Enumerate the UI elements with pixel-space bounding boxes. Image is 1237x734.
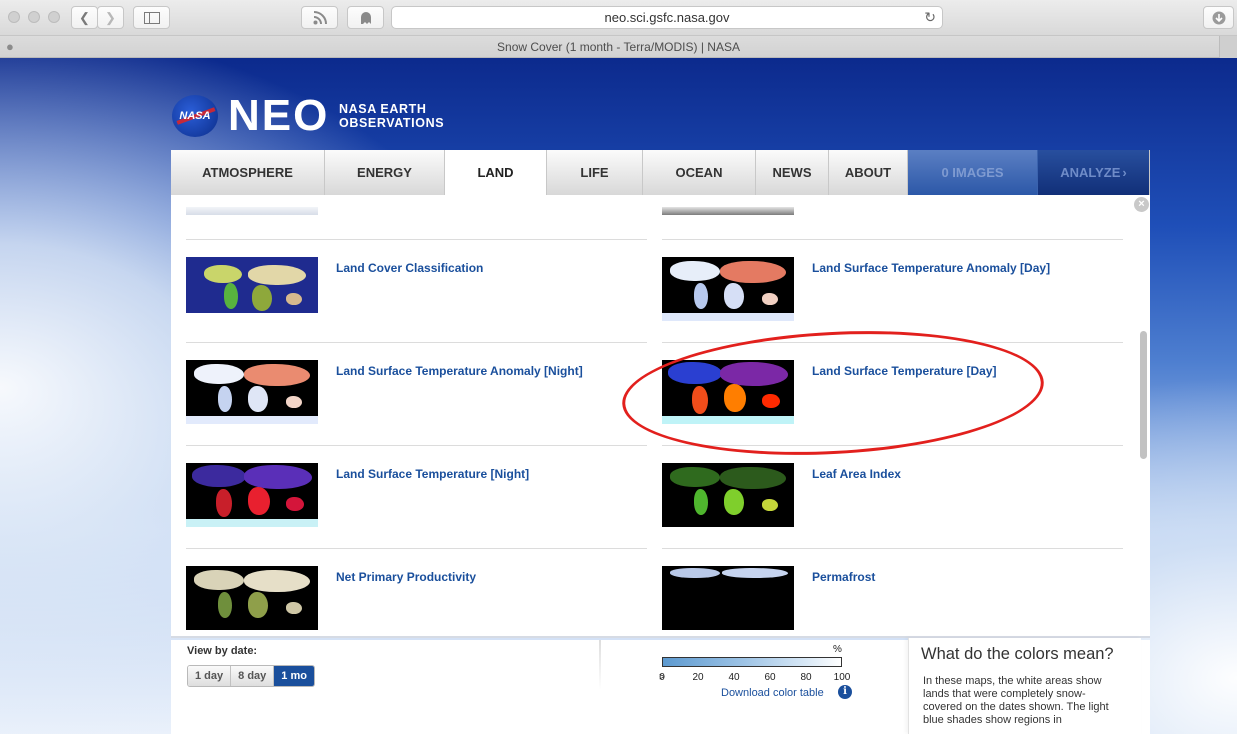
color-scale-bar <box>662 657 842 667</box>
tab-ocean[interactable]: OCEAN <box>643 150 756 195</box>
divider <box>186 239 647 240</box>
colors-description: In these maps, the white areas show land… <box>923 675 1109 726</box>
tab-atmosphere[interactable]: ATMOSPHERE <box>171 150 325 195</box>
colors-title: What do the colors mean? <box>921 645 1114 663</box>
tab-bar: ● Snow Cover (1 month - Terra/MODIS) | N… <box>0 36 1237 58</box>
url-text: neo.sci.gsfc.nasa.gov <box>604 10 730 25</box>
nasa-logo[interactable]: NASA <box>172 95 218 137</box>
tab-energy[interactable]: ENERGY <box>325 150 445 195</box>
list-item: Land Surface Temperature Anomaly [Night] <box>186 360 646 430</box>
dataset-thumbnail[interactable] <box>186 463 318 527</box>
forward-button[interactable]: ❯ <box>97 6 124 29</box>
tab-land[interactable]: LAND <box>445 150 547 195</box>
download-color-table-link[interactable]: Download color table <box>721 687 824 699</box>
tab-analyze[interactable]: ANALYZE › <box>1038 150 1150 195</box>
scrollbar[interactable] <box>1139 217 1148 632</box>
browser-toolbar: ❮ ❯ neo.sci.gsfc.nasa.gov ↻ <box>0 0 1237 36</box>
list-item: Land Cover Classification <box>186 257 646 327</box>
dataset-thumbnail[interactable] <box>662 207 794 215</box>
dataset-thumbnail[interactable] <box>662 566 794 630</box>
scrollbar-thumb[interactable] <box>1140 331 1147 459</box>
chevron-right-icon: ❯ <box>105 9 116 25</box>
chevron-left-icon: ❮ <box>79 9 90 25</box>
minimize-window-button[interactable] <box>28 11 40 23</box>
site-title[interactable]: NEO <box>228 93 329 139</box>
zoom-window-button[interactable] <box>48 11 60 23</box>
dataset-link[interactable]: Land Surface Temperature [Night] <box>336 467 529 481</box>
dataset-thumbnail[interactable] <box>186 360 318 424</box>
divider <box>662 548 1123 549</box>
color-table-unit: % <box>833 644 842 655</box>
list-item: Net Primary Productivity <box>186 566 646 636</box>
info-icon[interactable]: i <box>838 685 852 699</box>
dataset-thumbnail[interactable] <box>662 463 794 527</box>
dataset-link[interactable]: Land Surface Temperature Anomaly [Day] <box>812 261 1050 275</box>
dataset-link[interactable]: Land Cover Classification <box>336 261 483 275</box>
tab-about[interactable]: ABOUT <box>829 150 908 195</box>
apple-icon: ● <box>6 39 14 54</box>
date-range-selector: 1 day 8 day 1 mo <box>187 665 315 687</box>
dataset-link[interactable]: Land Surface Temperature Anomaly [Night] <box>336 364 583 378</box>
ghost-icon <box>360 11 371 24</box>
bottom-panel: View by date: 1 day 8 day 1 mo % >0 20 4… <box>171 638 1150 734</box>
view-by-date-label: View by date: <box>187 645 258 657</box>
site-subtitle: NASA EARTH OBSERVATIONS <box>339 102 445 130</box>
divider <box>186 342 647 343</box>
dataset-link[interactable]: Permafrost <box>812 570 875 584</box>
tab-title[interactable]: Snow Cover (1 month - Terra/MODIS) | NAS… <box>497 40 740 54</box>
dataset-thumbnail[interactable] <box>186 566 318 630</box>
tab-life[interactable]: LIFE <box>547 150 643 195</box>
divider <box>662 239 1123 240</box>
divider <box>186 548 647 549</box>
colors-explanation: What do the colors mean? In these maps, … <box>908 638 1141 734</box>
downloads-button[interactable] <box>1203 6 1234 29</box>
address-bar[interactable]: neo.sci.gsfc.nasa.gov ↻ <box>391 6 943 29</box>
dataset-link[interactable]: Leaf Area Index <box>812 467 901 481</box>
reload-icon[interactable]: ↻ <box>924 9 936 26</box>
tab-images[interactable]: 0 IMAGES <box>908 150 1038 195</box>
date-option-8-day[interactable]: 8 day <box>231 666 275 686</box>
rss-icon <box>313 10 327 24</box>
sidebar-button[interactable] <box>133 6 170 29</box>
rss-button[interactable] <box>301 6 338 29</box>
ghostery-button[interactable] <box>347 6 384 29</box>
chevron-right-icon: › <box>1122 165 1127 180</box>
sidebar-icon <box>143 11 160 24</box>
close-window-button[interactable] <box>8 11 20 23</box>
new-tab-button[interactable] <box>1219 36 1237 58</box>
list-item: Land Surface Temperature Anomaly [Day] <box>662 257 1122 327</box>
main-nav: ATMOSPHERE ENERGY LAND LIFE OCEAN NEWS A… <box>171 150 1150 195</box>
list-item: Land Surface Temperature [Night] <box>186 463 646 533</box>
dataset-thumbnail[interactable] <box>186 207 318 215</box>
date-option-1-mo[interactable]: 1 mo <box>274 666 314 686</box>
list-item: Leaf Area Index <box>662 463 1122 533</box>
close-icon[interactable]: × <box>1134 197 1149 212</box>
dataset-thumbnail[interactable] <box>662 257 794 321</box>
divider <box>599 640 601 690</box>
download-icon <box>1212 11 1225 24</box>
dataset-link[interactable]: Net Primary Productivity <box>336 570 476 584</box>
list-item: Permafrost <box>662 566 1122 636</box>
divider <box>186 445 647 446</box>
date-option-1-day[interactable]: 1 day <box>188 666 232 686</box>
dataset-thumbnail[interactable] <box>186 257 318 321</box>
tab-news[interactable]: NEWS <box>756 150 829 195</box>
back-button[interactable]: ❮ <box>71 6 98 29</box>
